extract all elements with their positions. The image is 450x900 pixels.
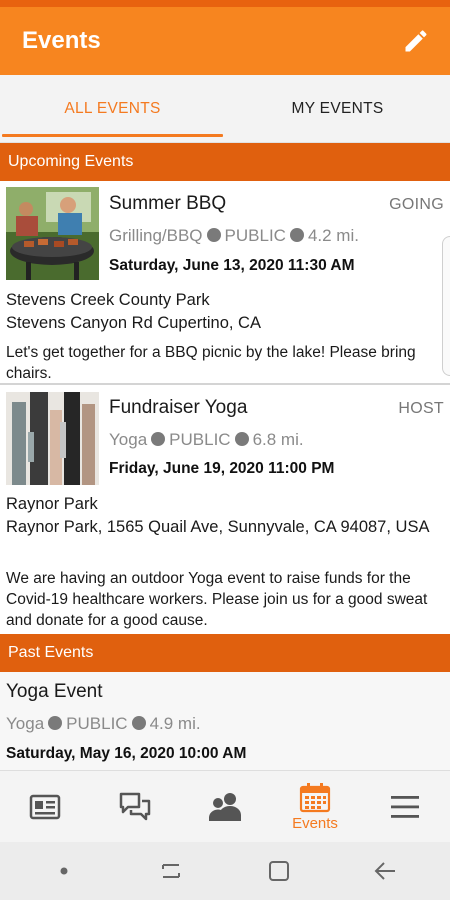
- recents-icon: [162, 864, 181, 878]
- event-location-name: Stevens Creek County Park: [6, 291, 210, 309]
- event-address: Raynor Park, 1565 Quail Ave, Sunnyvale, …: [6, 518, 430, 536]
- dot-separator: [206, 228, 221, 242]
- nav-events[interactable]: Events: [270, 771, 360, 843]
- event-datetime: Friday, June 19, 2020 11:00 PM: [109, 460, 335, 477]
- event-meta: Yoga PUBLIC 4.9 mi.: [6, 714, 201, 734]
- event-card-yoga-event[interactable]: Yoga Event Yoga PUBLIC 4.9 mi. Saturday, M…: [0, 672, 450, 770]
- dot-separator: [131, 716, 146, 730]
- event-visibility: PUBLIC: [224, 226, 286, 245]
- nav-chat[interactable]: [90, 771, 180, 843]
- event-distance: 4.9 mi.: [149, 714, 201, 733]
- event-location-name: Raynor Park: [6, 495, 98, 513]
- page-title: Events: [22, 27, 101, 54]
- system-navigation: [0, 842, 450, 900]
- event-category: Grilling/BBQ: [109, 226, 203, 245]
- event-address: Stevens Canyon Rd Cupertino, CA: [6, 314, 261, 332]
- event-title: Summer BBQ: [109, 193, 227, 214]
- chat-icon: [119, 792, 151, 821]
- event-datetime: Saturday, June 13, 2020 11:30 AM: [109, 257, 355, 274]
- nav-news[interactable]: [0, 771, 90, 843]
- bottom-navigation: Events: [0, 770, 450, 842]
- back-button[interactable]: [356, 851, 416, 891]
- event-card-fundraiser-yoga[interactable]: Fundraiser Yoga HOST Yoga PUBLIC 6.8 mi. F…: [0, 385, 450, 631]
- dot-separator: [48, 716, 63, 730]
- pencil-icon: [405, 30, 427, 52]
- dot-separator: [234, 432, 249, 446]
- event-description: Let's get together for a BBQ picnic by t…: [6, 344, 416, 382]
- section-header-past: Past Events: [0, 634, 450, 672]
- app-bar: Events: [0, 7, 450, 75]
- event-visibility: PUBLIC: [66, 714, 128, 733]
- event-visibility: PUBLIC: [169, 430, 231, 449]
- tab-my-events[interactable]: MY EVENTS: [225, 75, 450, 143]
- event-title: Yoga Event: [6, 681, 103, 702]
- tab-bar: ALL EVENTS MY EVENTS: [0, 75, 450, 143]
- event-category: Yoga: [109, 430, 148, 449]
- event-distance: 4.2 mi.: [307, 226, 359, 245]
- dot-separator: [289, 228, 304, 242]
- people-icon: [209, 793, 241, 821]
- event-title: Fundraiser Yoga: [109, 397, 248, 418]
- event-description: We are having an outdoor Yoga event to r…: [6, 570, 428, 629]
- event-role-badge: HOST: [398, 400, 444, 417]
- event-thumbnail-bbq: [6, 187, 99, 280]
- tab-all-events[interactable]: ALL EVENTS: [0, 75, 225, 143]
- event-meta: Yoga PUBLIC 6.8 mi.: [109, 430, 304, 450]
- status-bar: [0, 0, 450, 7]
- recent-apps-button[interactable]: [141, 851, 201, 891]
- back-arrow-icon: [374, 862, 396, 880]
- menu-icon: [391, 796, 419, 818]
- nav-people[interactable]: [180, 771, 270, 843]
- event-category: Yoga: [6, 714, 45, 733]
- event-role-badge: GOING: [389, 196, 444, 213]
- dot-separator: [151, 432, 166, 446]
- event-card-summer-bbq[interactable]: Summer BBQ GOING Grilling/BBQ PUBLIC 4.2 m…: [0, 181, 450, 383]
- dot-icon: [60, 867, 68, 875]
- section-header-upcoming: Upcoming Events: [0, 143, 450, 181]
- event-datetime: Saturday, May 16, 2020 10:00 AM: [6, 745, 247, 762]
- scroll-handle[interactable]: [442, 236, 450, 376]
- event-meta: Grilling/BBQ PUBLIC 4.2 mi.: [109, 226, 359, 246]
- nav-menu[interactable]: [360, 771, 450, 843]
- event-distance: 6.8 mi.: [252, 430, 304, 449]
- nav-events-label: Events: [292, 814, 338, 832]
- system-dot-button[interactable]: [34, 851, 94, 891]
- calendar-icon: [299, 782, 331, 812]
- home-button[interactable]: [249, 851, 309, 891]
- edit-button[interactable]: [400, 25, 432, 57]
- event-thumbnail-yoga: [6, 392, 99, 485]
- news-icon: [29, 794, 61, 820]
- home-square-icon: [268, 861, 289, 881]
